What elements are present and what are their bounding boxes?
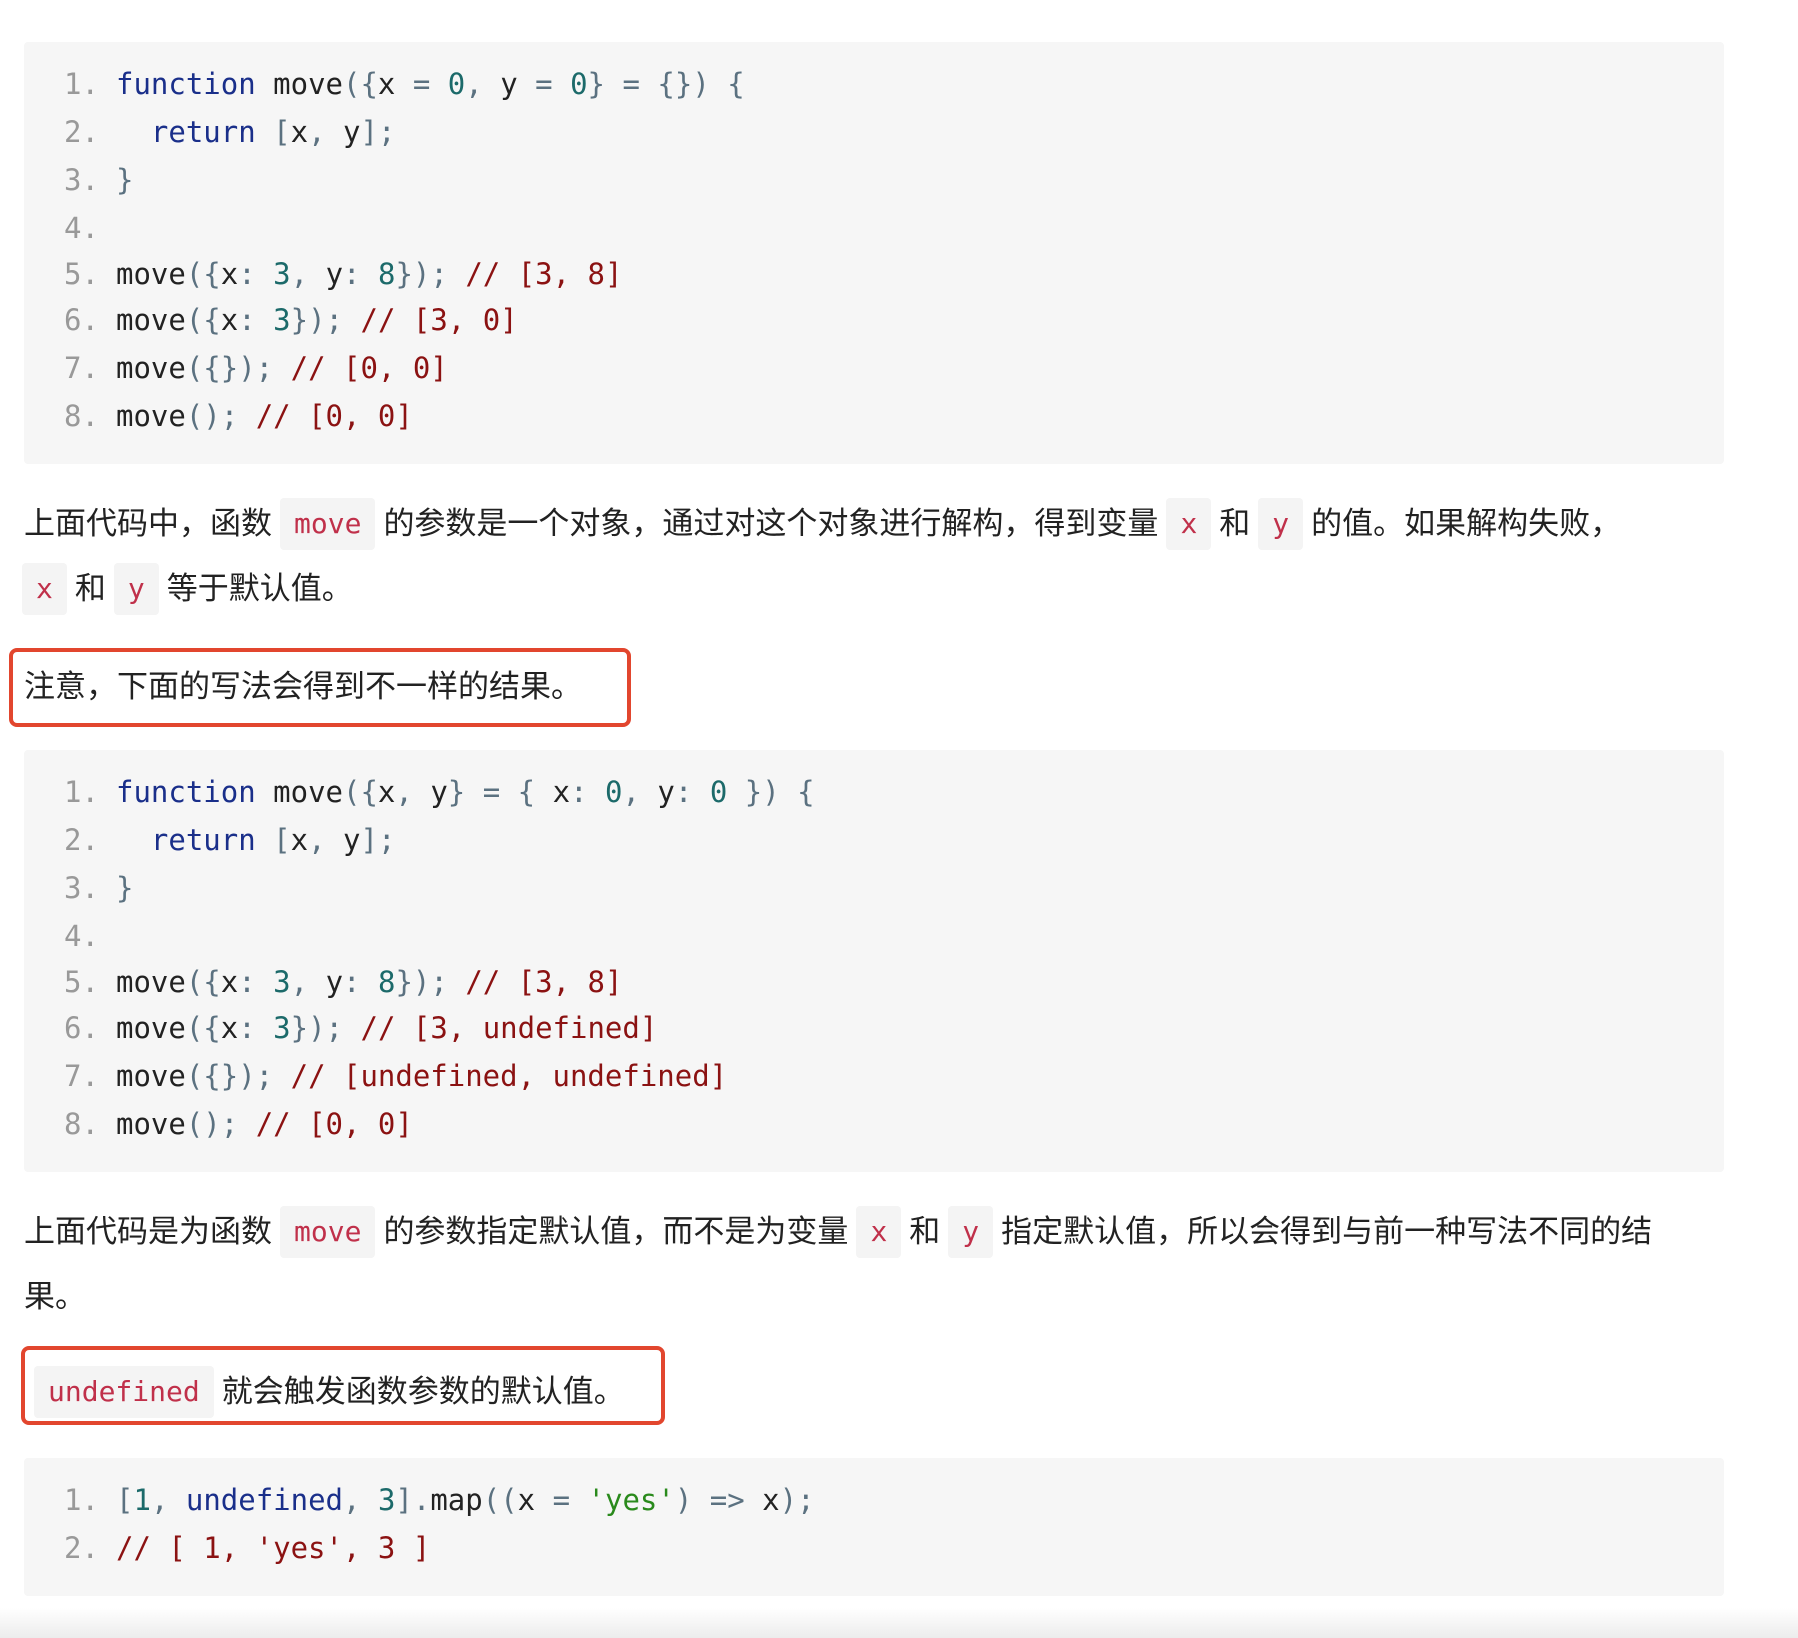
paragraph-2-line-1: 上面代码是为函数 move 的参数指定默认值，而不是为变量 x 和 y 指定默认值，所以会得… <box>24 1206 1652 1258</box>
line-number: 8. <box>64 1107 99 1141</box>
code-line: 7. move({}); // [undefined, undefined] <box>64 1059 728 1093</box>
line-number: 2. <box>64 115 99 149</box>
code-line: 1. function move({x = 0, y = 0} = {}) { <box>64 67 745 101</box>
line-number: 5. <box>64 965 99 999</box>
line-number: 1. <box>64 1483 99 1517</box>
line-number: 6. <box>64 1011 99 1045</box>
line-number: 1. <box>64 775 99 809</box>
inline-code: x <box>856 1206 902 1258</box>
note-2: undefined 就会触发函数参数的默认值。 <box>26 1366 625 1418</box>
line-number: 4. <box>64 211 99 245</box>
code-line: 2.// [ 1, 'yes', 3 ] <box>64 1531 431 1565</box>
paragraph-1-line-1: 上面代码中，函数 move 的参数是一个对象，通过对这个对象进行解构，得到变量 x 和 y… <box>24 498 1621 550</box>
line-number: 7. <box>64 351 99 385</box>
code-block-2: 1. function move({x, y} = { x: 0, y: 0 })… <box>24 750 1724 1172</box>
line-number: 4. <box>64 919 99 953</box>
line-number: 5. <box>64 257 99 291</box>
line-number: 3. <box>64 871 99 905</box>
code-line: 2. return [x, y]; <box>64 823 396 857</box>
line-number: 8. <box>64 399 99 433</box>
code-line: 6. move({x: 3}); // [3, 0] <box>64 303 518 337</box>
code-line: 3.} <box>64 871 134 905</box>
code-line: 4. <box>64 918 116 954</box>
line-number: 6. <box>64 303 99 337</box>
inline-code: y <box>1258 498 1304 550</box>
code-line: 1. function move({x, y} = { x: 0, y: 0 })… <box>64 775 815 809</box>
paragraph-1-line-2: x 和 y 等于默认值。 <box>14 563 353 615</box>
code-line: 5. move({x: 3, y: 8}); // [3, 8] <box>64 965 623 999</box>
code-line: 7. move({}); // [0, 0] <box>64 351 448 385</box>
line-number: 3. <box>64 163 99 197</box>
code-line: 8. move(); // [0, 0] <box>64 1107 413 1141</box>
line-number: 2. <box>64 1531 99 1565</box>
inline-code: move <box>280 1206 376 1258</box>
code-line: 8. move(); // [0, 0] <box>64 399 413 433</box>
line-number: 1. <box>64 67 99 101</box>
inline-code: x <box>22 563 67 615</box>
code-line: 4. <box>64 210 116 246</box>
code-block-3: 1. [1, undefined, 3].map((x = 'yes') => x… <box>24 1458 1724 1596</box>
line-number: 7. <box>64 1059 99 1093</box>
code-line: 3.} <box>64 163 134 197</box>
code-block-1: 1. function move({x = 0, y = 0} = {}) { 2… <box>24 42 1724 464</box>
code-line: 2. return [x, y]; <box>64 115 396 149</box>
inline-code: y <box>948 1206 994 1258</box>
inline-code: undefined <box>34 1366 214 1418</box>
line-number: 2. <box>64 823 99 857</box>
bottom-shadow <box>0 1608 1798 1638</box>
code-line: 1. [1, undefined, 3].map((x = 'yes') => x… <box>64 1483 815 1517</box>
inline-code: y <box>113 563 159 615</box>
inline-code: move <box>280 498 376 550</box>
paragraph-2-line-2: 果。 <box>24 1279 86 1315</box>
code-line: 5. move({x: 3, y: 8}); // [3, 8] <box>64 257 623 291</box>
inline-code: x <box>1166 498 1212 550</box>
code-line: 6. move({x: 3}); // [3, undefined] <box>64 1011 658 1045</box>
note-1: 注意，下面的写法会得到不一样的结果。 <box>24 669 582 705</box>
